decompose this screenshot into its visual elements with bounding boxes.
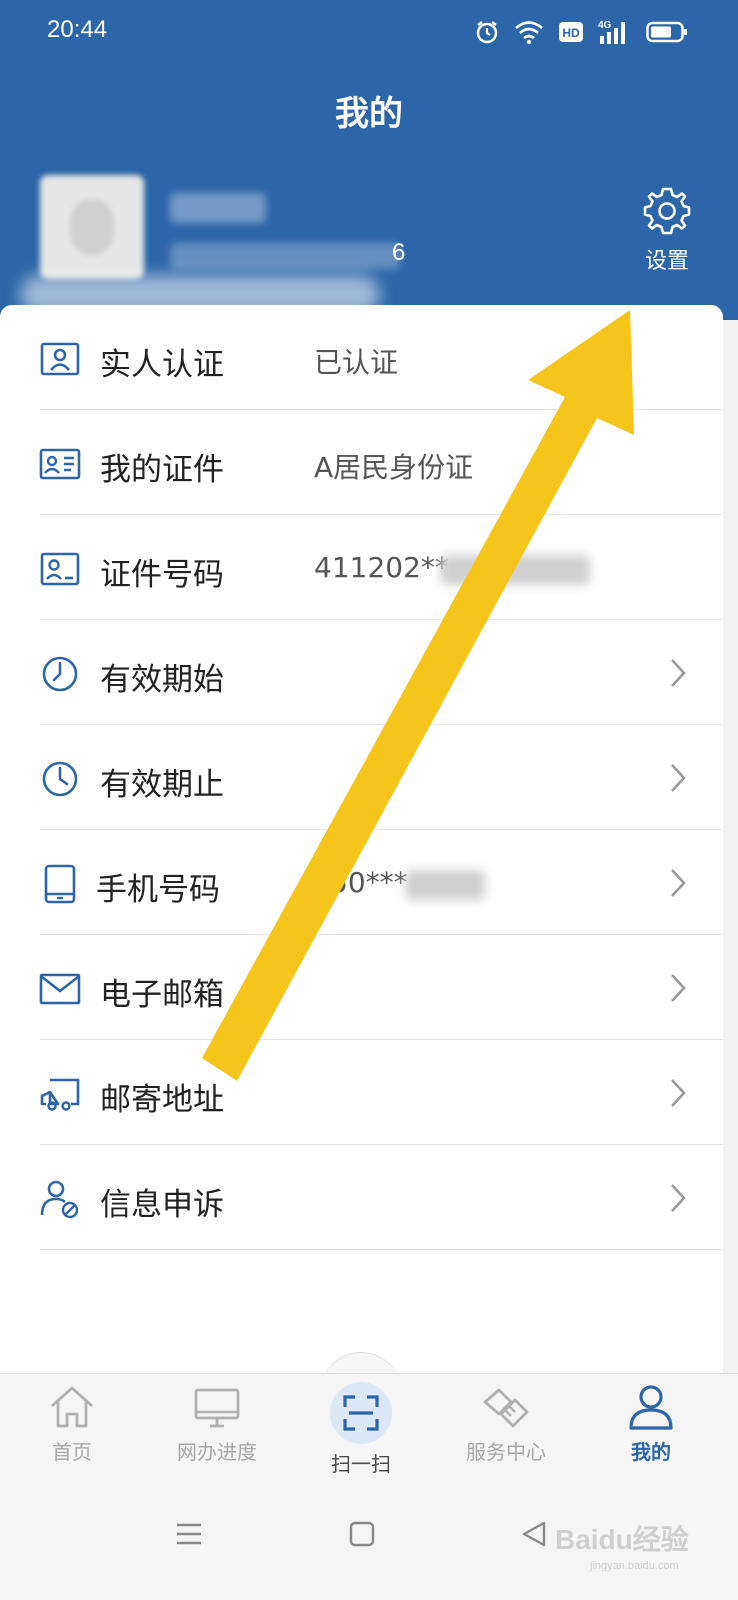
- settings-label: 设置: [644, 249, 689, 274]
- row-label: 电子邮箱: [100, 977, 224, 1013]
- gear-icon: [643, 187, 691, 235]
- phone-icon: [44, 864, 76, 904]
- tab-label: 网办进度: [177, 1440, 257, 1464]
- status-icons: HD 4G: [474, 14, 688, 50]
- monitor-icon: [194, 1388, 240, 1428]
- row-label: 邮寄地址: [100, 1082, 224, 1118]
- clock-icon: [42, 656, 78, 692]
- status-time: 20:44: [47, 16, 108, 43]
- row-label: 手机号码: [96, 872, 220, 908]
- user-appeal-icon: [40, 1180, 79, 1219]
- row-label: 信息申诉: [100, 1187, 224, 1223]
- row-value: 已认证: [314, 346, 399, 379]
- row-label: 证件号码: [100, 557, 224, 593]
- id-number-icon: [40, 552, 80, 586]
- back-triangle-icon[interactable]: [520, 1519, 548, 1549]
- home-icon: [51, 1386, 93, 1428]
- handshake-icon: [483, 1388, 529, 1428]
- tab-progress[interactable]: 网办进度: [162, 1382, 272, 1465]
- tab-scan[interactable]: 扫一扫: [306, 1382, 416, 1477]
- status-bar: 20:44 HD 4G: [0, 0, 738, 64]
- chevron-right-icon: [671, 1079, 686, 1107]
- scan-icon: [343, 1395, 379, 1431]
- row-label: 有效期止: [100, 767, 224, 803]
- alarm-icon: [476, 21, 498, 44]
- chevron-right-icon: [671, 1184, 686, 1212]
- tab-label: 扫一扫: [331, 1452, 391, 1476]
- row-real-name-auth[interactable]: 实人认证 已认证: [0, 305, 723, 410]
- battery-icon: [646, 21, 687, 43]
- tab-label: 首页: [52, 1440, 92, 1464]
- row-valid-until[interactable]: 有效期止: [0, 725, 723, 830]
- tab-label: 我的: [631, 1440, 671, 1464]
- avatar[interactable]: [40, 175, 144, 279]
- redacted-document-number: [440, 555, 590, 585]
- chevron-right-icon: [671, 869, 686, 897]
- row-value: 411202**: [314, 551, 449, 584]
- network-label: 4G: [598, 20, 612, 31]
- settings-button[interactable]: 设置: [612, 185, 722, 305]
- chevron-right-icon: [671, 764, 686, 792]
- id-card-icon: [39, 448, 81, 480]
- tab-mine[interactable]: 我的: [596, 1382, 706, 1465]
- tab-home[interactable]: 首页: [17, 1382, 127, 1465]
- row-valid-from[interactable]: 有效期始: [0, 620, 723, 725]
- home-square-icon[interactable]: [348, 1519, 376, 1549]
- row-label: 有效期始: [100, 662, 224, 698]
- profile-info-card: 实人认证 已认证 我的证件 A居民身份证 证件号码 411202** 有效期始 …: [0, 305, 723, 1373]
- bottom-nav: 首页 网办进度 扫一扫 服务中心 我的: [0, 1373, 738, 1483]
- menu-icon[interactable]: [174, 1519, 204, 1549]
- hd-label: HD: [562, 26, 580, 40]
- chevron-right-icon: [671, 659, 686, 687]
- scan-button[interactable]: [330, 1382, 392, 1444]
- row-document-number[interactable]: 证件号码 411202**: [0, 515, 723, 620]
- person-card-icon: [40, 342, 80, 376]
- truck-icon: [40, 1078, 80, 1111]
- row-label: 实人认证: [100, 347, 224, 383]
- page-title: 我的: [335, 94, 403, 134]
- watermark: Baidu经验: [555, 1524, 689, 1555]
- tab-service-center[interactable]: 服务中心: [451, 1382, 561, 1465]
- row-mailing-address[interactable]: 邮寄地址: [0, 1040, 723, 1145]
- row-my-documents[interactable]: 我的证件 A居民身份证: [0, 410, 723, 515]
- header: 20:44 HD 4G 我的 6 设置: [0, 0, 738, 320]
- 4g-signal-icon: 4G: [598, 20, 625, 44]
- user-id-redacted: [170, 243, 400, 269]
- user-id-tail: 6: [392, 239, 406, 266]
- mail-icon: [39, 973, 81, 1005]
- user-name-redacted: [170, 193, 266, 223]
- row-info-appeal[interactable]: 信息申诉: [0, 1145, 723, 1250]
- chevron-right-icon: [671, 974, 686, 1002]
- row-label: 我的证件: [100, 452, 224, 488]
- hd-icon: HD: [559, 22, 583, 42]
- user-icon: [629, 1385, 673, 1430]
- tab-label: 服务中心: [466, 1440, 546, 1464]
- row-email[interactable]: 电子邮箱: [0, 935, 723, 1040]
- wifi-icon: [515, 21, 543, 45]
- watermark-url: jingyan.baidu.com: [590, 1560, 679, 1572]
- row-phone-number[interactable]: 手机号码 50***: [0, 830, 723, 935]
- row-value: A居民身份证: [314, 451, 474, 484]
- redacted-phone-number: [405, 870, 485, 900]
- divider: [40, 1249, 723, 1250]
- row-value: 50***: [330, 866, 408, 899]
- system-nav-bar: Baidu经验 jingyan.baidu.com: [0, 1483, 738, 1600]
- clock-icon: [42, 761, 78, 797]
